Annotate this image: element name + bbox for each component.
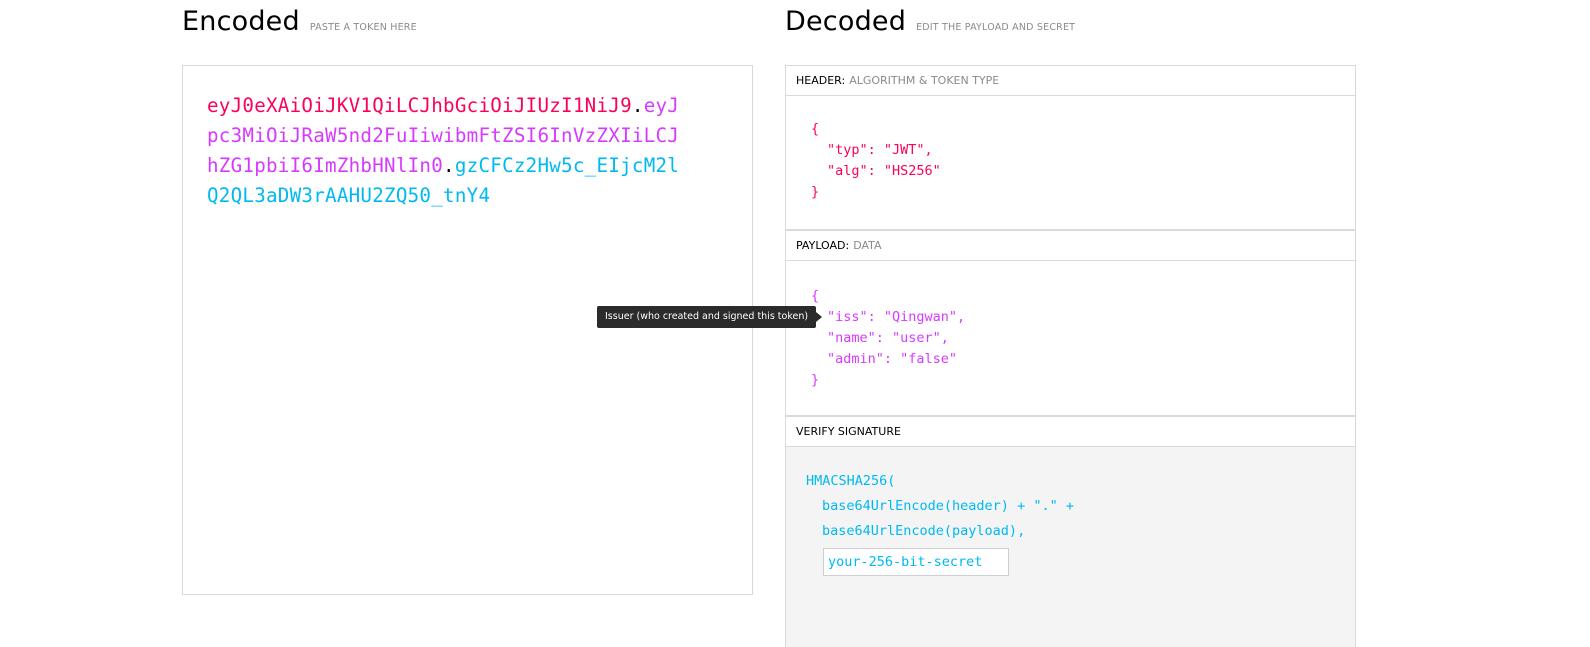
- decoded-heading: Decoded EDIT THE PAYLOAD AND SECRET: [785, 6, 1075, 37]
- secret-input[interactable]: [823, 548, 1009, 576]
- decoded-panel: HEADER: ALGORITHM & TOKEN TYPE { "typ": …: [785, 65, 1356, 647]
- token-separator: .: [631, 94, 644, 117]
- payload-sublabel: DATA: [853, 239, 882, 252]
- encoded-subtitle: PASTE A TOKEN HERE: [309, 22, 417, 33]
- header-sublabel: ALGORITHM & TOKEN TYPE: [849, 74, 1000, 87]
- tooltip-arrow-icon: [816, 312, 823, 322]
- encoded-token-editor[interactable]: eyJ0eXAiOiJKV1QiLCJhbGciOiJIUzI1NiJ9.eyJ…: [182, 65, 753, 595]
- json-line: "name": "user",: [827, 330, 949, 346]
- decoded-subtitle: EDIT THE PAYLOAD AND SECRET: [916, 22, 1076, 33]
- signature-panel-bar: VERIFY SIGNATURE: [785, 416, 1356, 447]
- tooltip-text: Issuer (who created and signed this toke…: [605, 311, 809, 322]
- payload-panel-bar: PAYLOAD: DATA: [785, 230, 1356, 261]
- signature-body: HMACSHA256( base64UrlEncode(header) + ".…: [785, 447, 1356, 647]
- json-line-iss: "iss": "Qingwan",: [827, 309, 966, 325]
- signature-label: VERIFY SIGNATURE: [796, 425, 901, 438]
- json-line: }: [811, 184, 820, 200]
- signature-line: base64UrlEncode(payload),: [822, 523, 1026, 539]
- issuer-tooltip: Issuer (who created and signed this toke…: [597, 306, 823, 328]
- header-json-editor[interactable]: { "typ": "JWT", "alg": "HS256" }: [785, 96, 1356, 230]
- payload-json-editor[interactable]: { "iss": "Qingwan", "name": "user", "adm…: [785, 261, 1356, 416]
- signature-line: base64UrlEncode(header) + "." +: [822, 498, 1074, 514]
- encoded-title: Encoded: [182, 6, 300, 37]
- token-header-part: eyJ0eXAiOiJKV1QiLCJhbGciOiJIUzI1NiJ9: [207, 94, 632, 117]
- token-separator: .: [443, 154, 455, 177]
- json-line: "alg": "HS256": [827, 163, 941, 179]
- signature-line: HMACSHA256(: [806, 473, 896, 489]
- payload-label: PAYLOAD:: [796, 239, 850, 252]
- encoded-token-text[interactable]: eyJ0eXAiOiJKV1QiLCJhbGciOiJIUzI1NiJ9.eyJ…: [207, 91, 687, 211]
- json-line: {: [811, 288, 820, 304]
- json-line: "typ": "JWT",: [827, 142, 933, 158]
- encoded-heading: Encoded PASTE A TOKEN HERE: [182, 6, 417, 37]
- header-panel-bar: HEADER: ALGORITHM & TOKEN TYPE: [785, 65, 1356, 96]
- json-line: }: [811, 372, 820, 388]
- json-line: {: [811, 121, 820, 137]
- header-label: HEADER:: [796, 74, 846, 87]
- decoded-title: Decoded: [785, 6, 907, 37]
- json-line: "admin": "false": [827, 351, 958, 367]
